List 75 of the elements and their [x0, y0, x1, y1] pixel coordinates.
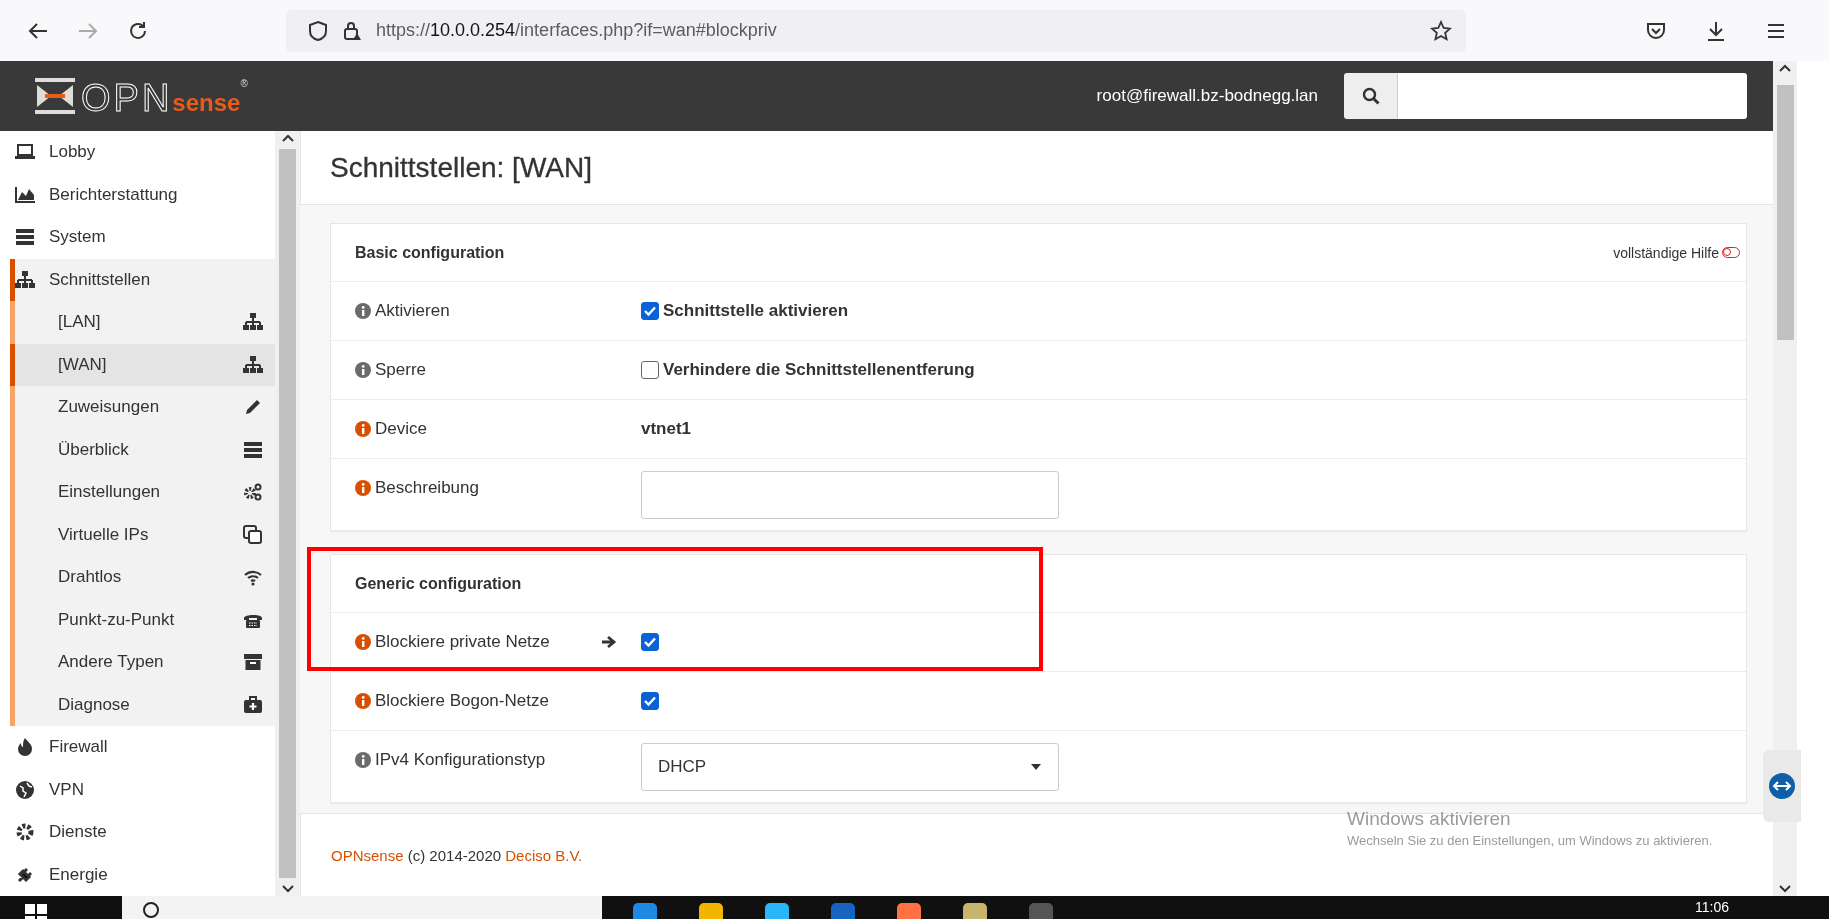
search-icon [1361, 87, 1380, 105]
sitemap-icon [243, 354, 263, 375]
scrollbar[interactable] [1773, 61, 1797, 896]
checkbox[interactable] [641, 302, 659, 320]
sidebar-item[interactable]: Firewall [10, 726, 275, 769]
scrollbar-thumb[interactable] [1776, 85, 1794, 340]
sidebar-item[interactable]: System [10, 216, 275, 259]
logo-text: OPN sense ® [81, 79, 248, 117]
footer-link[interactable]: Deciso B.V. [505, 846, 583, 864]
lock-icon [342, 19, 362, 42]
url-text: https://10.0.0.254/interfaces.php?if=wan#blockpriv [376, 20, 778, 41]
sidebar-item[interactable]: Zuweisungen [10, 386, 275, 429]
checkbox-label: Verhindere die Schnittstellenentferung [663, 360, 975, 380]
globe-icon [15, 779, 35, 800]
sitemap-icon [15, 269, 35, 290]
sidebar-item[interactable]: Einstellungen [10, 471, 275, 514]
dropdown[interactable]: DHCP [641, 743, 1059, 791]
remote-icon [1768, 772, 1796, 800]
sidebar-item[interactable]: Drahtlos [10, 556, 275, 599]
copy-icon [243, 524, 263, 545]
search-field[interactable] [122, 896, 602, 919]
field-label: Beschreibung [375, 478, 479, 498]
address-bar[interactable]: https://10.0.0.254/interfaces.php?if=wan#blockpriv [286, 9, 1466, 52]
checkbox-label: Schnittstelle aktivieren [663, 301, 849, 321]
search-field[interactable] [1398, 73, 1747, 119]
download-icon [1705, 19, 1727, 42]
user-name: root@firewall.bz-bodnegg.lan [1096, 86, 1318, 106]
activation-text: Wechseln Sie zu den Einstellungen, um Windows zu aktivieren. [1347, 833, 1713, 848]
section-title: Generic configuration [355, 574, 522, 593]
copyright-text: OPNsense (c) 2014-2020 Deciso B.V. [331, 846, 583, 864]
checkbox[interactable] [641, 361, 659, 379]
area-chart-icon [15, 184, 35, 205]
sidebar-item[interactable]: Überblick [10, 428, 275, 471]
help-toggle[interactable]: vollständige Hilfe [1613, 244, 1740, 261]
sidebar-item[interactable]: Andere Typen [10, 641, 275, 684]
search-icon [142, 901, 162, 919]
medkit-icon [243, 694, 263, 715]
reload-icon [127, 19, 149, 42]
sidebar-item[interactable]: VPN [10, 768, 275, 811]
input-field[interactable] [641, 471, 1059, 519]
remote-tab[interactable] [1763, 750, 1801, 822]
field-label: Aktivieren [375, 301, 450, 321]
activation-title: Windows aktivieren [1347, 808, 1512, 830]
field-label: Device [375, 419, 427, 439]
field-label: Blockiere Bogon-Netze [375, 691, 549, 711]
sidebar-item[interactable]: [WAN] [10, 343, 275, 386]
sitemap-icon [243, 312, 263, 333]
sidebar-item[interactable]: [LAN] [10, 301, 275, 344]
checkbox[interactable] [641, 633, 659, 651]
sidebar-item[interactable]: Lobby [10, 131, 275, 174]
star-icon[interactable] [1430, 19, 1452, 42]
caret-icon [1030, 763, 1042, 771]
sidebar-item[interactable]: Punkt-zu-Punkt [10, 598, 275, 641]
field-label: IPv4 Konfigurationstyp [375, 750, 546, 770]
field-label: Sperre [375, 360, 427, 380]
server-icon [15, 227, 35, 248]
field-label: Blockiere private Netze [375, 632, 550, 652]
sidebar-item[interactable]: Schnittstellen [10, 258, 275, 301]
search-button[interactable] [1344, 73, 1398, 119]
flame-icon [15, 737, 35, 758]
scrollbar-thumb[interactable] [279, 149, 296, 878]
checkbox[interactable] [641, 692, 659, 710]
footer-link[interactable]: OPNsense [331, 846, 404, 864]
sidebar-item[interactable]: Energie [10, 853, 275, 896]
sidebar-item[interactable]: Dienste [10, 811, 275, 854]
sidebar-item[interactable]: Diagnose [10, 683, 275, 726]
device-value: vtnet1 [641, 419, 692, 439]
clock: 11:06 [1695, 898, 1729, 915]
sidebar-item[interactable]: Berichterstattung [10, 173, 275, 216]
server-icon [243, 439, 263, 460]
logo-icon [33, 75, 77, 117]
section-title: Basic configuration [355, 243, 505, 262]
sidebar-item[interactable]: Virtuelle IPs [10, 513, 275, 556]
page-title: Schnittstellen: [WAN] [330, 151, 592, 184]
shield-icon [308, 19, 328, 42]
